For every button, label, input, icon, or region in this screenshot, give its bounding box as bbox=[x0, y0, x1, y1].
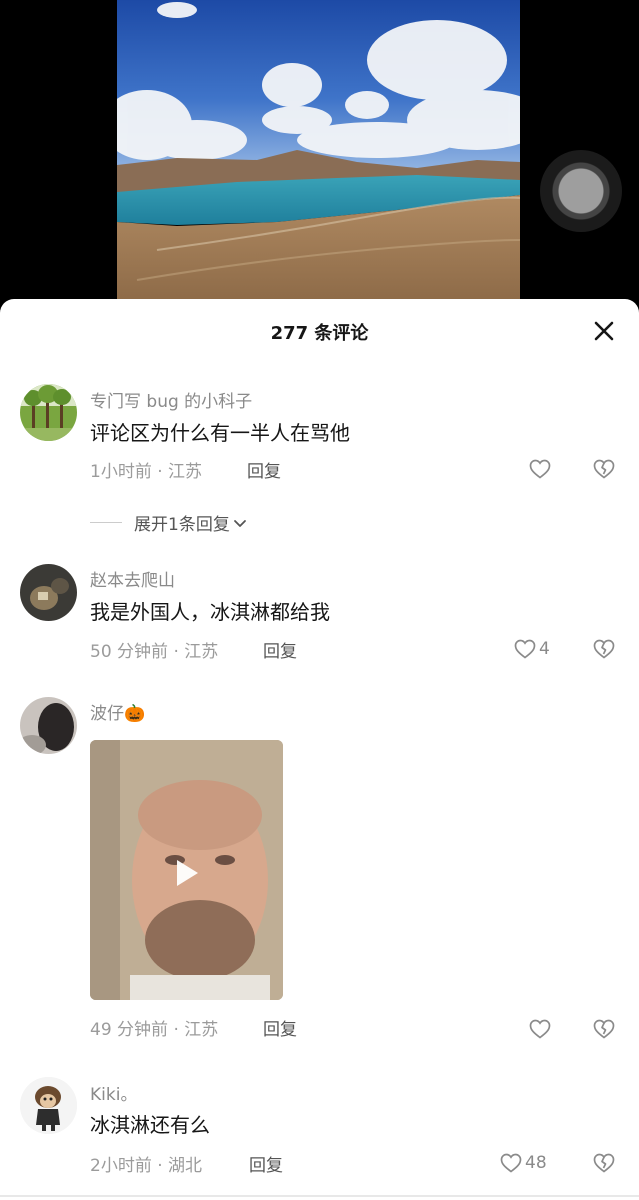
heart-icon bbox=[500, 1153, 522, 1173]
broken-heart-icon bbox=[593, 1153, 615, 1173]
dislike-button[interactable] bbox=[592, 637, 616, 661]
comment-text: 评论区为什么有一半人在骂他 bbox=[90, 421, 350, 445]
close-icon bbox=[594, 321, 614, 341]
broken-heart-icon bbox=[593, 459, 615, 479]
close-button[interactable] bbox=[590, 317, 618, 345]
divider bbox=[0, 1195, 639, 1197]
expand-replies-label: 展开1条回复 bbox=[134, 515, 230, 535]
avatar[interactable] bbox=[20, 1077, 77, 1134]
comments-sheet: 277 条评论 专门写 bug 的小科子 评论区为什么有一半人在骂他 1小时前 … bbox=[0, 299, 639, 1200]
dislike-button[interactable] bbox=[592, 1017, 616, 1041]
comment-username[interactable]: 赵本去爬山 bbox=[90, 566, 175, 591]
broken-heart-icon bbox=[593, 639, 615, 659]
chevron-down-icon bbox=[233, 519, 246, 527]
comment-meta: 50 分钟前 · 江苏 bbox=[90, 642, 219, 662]
dislike-button[interactable] bbox=[592, 1151, 616, 1175]
like-count: 4 bbox=[539, 639, 550, 659]
floating-record-button[interactable] bbox=[540, 150, 622, 232]
reply-button[interactable]: 回复 bbox=[249, 1151, 283, 1176]
comment-username[interactable]: 专门写 bug 的小科子 bbox=[90, 387, 252, 412]
like-count: 48 bbox=[525, 1153, 547, 1173]
heart-icon bbox=[529, 1019, 551, 1039]
comments-count-title: 277 条评论 bbox=[270, 323, 369, 344]
dislike-button[interactable] bbox=[592, 457, 616, 481]
landscape-image bbox=[117, 0, 520, 300]
heart-icon bbox=[514, 639, 536, 659]
like-button[interactable]: 4 bbox=[513, 636, 550, 662]
comment-meta: 1小时前 · 江苏 bbox=[90, 462, 203, 482]
reply-button[interactable]: 回复 bbox=[263, 637, 297, 662]
like-button[interactable]: 48 bbox=[499, 1150, 547, 1176]
video-player[interactable] bbox=[0, 0, 639, 300]
comment-meta: 2小时前 · 湖北 bbox=[90, 1156, 203, 1176]
avatar[interactable] bbox=[20, 697, 77, 754]
broken-heart-icon bbox=[593, 1019, 615, 1039]
play-icon bbox=[177, 860, 198, 886]
comment-username[interactable]: 波仔🎃 bbox=[90, 699, 145, 724]
avatar[interactable] bbox=[20, 564, 77, 621]
video-frame-landscape bbox=[117, 0, 520, 300]
comment-text: 我是外国人，冰淇淋都给我 bbox=[90, 600, 330, 624]
like-button[interactable] bbox=[528, 456, 552, 482]
reply-button[interactable]: 回复 bbox=[263, 1015, 297, 1040]
avatar[interactable] bbox=[20, 384, 77, 441]
expand-replies-button[interactable]: 展开1条回复 bbox=[90, 510, 248, 535]
heart-icon bbox=[529, 459, 551, 479]
comment-video-thumbnail[interactable] bbox=[90, 740, 283, 1000]
like-button[interactable] bbox=[528, 1016, 552, 1042]
divider bbox=[90, 522, 122, 523]
comment-username[interactable]: Kiki。 bbox=[90, 1080, 137, 1105]
comment-meta: 49 分钟前 · 江苏 bbox=[90, 1020, 219, 1040]
reply-button[interactable]: 回复 bbox=[247, 457, 281, 482]
comment-text: 冰淇淋还有么 bbox=[90, 1113, 210, 1137]
